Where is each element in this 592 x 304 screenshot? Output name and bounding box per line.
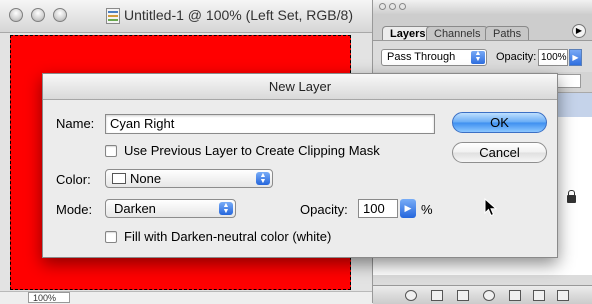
tab-channels[interactable]: Channels bbox=[426, 26, 489, 40]
cancel-button[interactable]: Cancel bbox=[452, 142, 547, 163]
trash-icon[interactable] bbox=[557, 290, 569, 301]
dialog-title: New Layer bbox=[268, 79, 332, 94]
zoom-level-field[interactable]: 100% bbox=[28, 292, 70, 303]
mode-select-value: Darken bbox=[114, 201, 156, 216]
fill-neutral-label[interactable]: Fill with Darken-neutral color (white) bbox=[124, 229, 331, 244]
name-label: Name: bbox=[56, 116, 95, 131]
new-layer-icon[interactable] bbox=[533, 290, 545, 301]
chevron-updown-icon: ▲ ▼ bbox=[256, 172, 270, 185]
blend-mode-value: Pass Through bbox=[387, 51, 456, 63]
palette-tab-bar: Layers Channels Paths ▶ bbox=[373, 14, 592, 41]
link-layers-icon[interactable] bbox=[405, 290, 417, 301]
adjustment-layer-icon[interactable] bbox=[483, 290, 495, 301]
document-icon bbox=[106, 8, 120, 24]
palette-opacity-arrow-icon[interactable]: ▶ bbox=[569, 49, 582, 66]
color-select[interactable]: None ▲ ▼ bbox=[105, 169, 273, 188]
close-icon[interactable] bbox=[9, 8, 23, 22]
chevron-updown-icon: ▲ ▼ bbox=[219, 202, 233, 215]
tab-paths[interactable]: Paths bbox=[485, 26, 530, 40]
layer-mask-icon[interactable] bbox=[457, 290, 469, 301]
document-title: Untitled-1 @ 100% (Left Set, RGB/8) bbox=[124, 7, 353, 23]
palette-titlebar[interactable] bbox=[373, 0, 592, 15]
clipping-mask-label[interactable]: Use Previous Layer to Create Clipping Ma… bbox=[124, 143, 380, 158]
ok-button[interactable]: OK bbox=[452, 112, 547, 133]
lock-icon bbox=[567, 190, 576, 203]
opacity-unit: % bbox=[421, 202, 433, 217]
layer-name-input[interactable]: Cyan Right bbox=[105, 114, 435, 134]
minimize-icon[interactable] bbox=[31, 8, 45, 22]
palette-menu-icon[interactable]: ▶ bbox=[572, 24, 586, 38]
palette-opacity-field[interactable]: 100% bbox=[538, 49, 568, 66]
new-group-icon[interactable] bbox=[509, 290, 521, 301]
opacity-input[interactable]: 100 bbox=[358, 199, 398, 218]
color-label: Color: bbox=[56, 172, 91, 187]
color-swatch-icon bbox=[112, 173, 126, 184]
zoom-icon[interactable] bbox=[53, 8, 67, 22]
palette-close-icon[interactable] bbox=[379, 3, 386, 10]
palette-zoom-icon[interactable] bbox=[399, 3, 406, 10]
opacity-label: Opacity: bbox=[300, 202, 348, 217]
document-titlebar[interactable]: Untitled-1 @ 100% (Left Set, RGB/8) bbox=[0, 0, 372, 33]
palette-opacity-label: Opacity: bbox=[496, 51, 537, 63]
color-select-value: None bbox=[130, 171, 162, 186]
palette-bottom-toolbar bbox=[373, 285, 592, 304]
arrow-cursor-icon bbox=[484, 198, 498, 217]
mode-select[interactable]: Darken ▲ ▼ bbox=[105, 199, 236, 218]
blend-mode-select[interactable]: Pass Through ▲ ▼ bbox=[381, 49, 487, 66]
clipping-mask-checkbox[interactable] bbox=[105, 145, 117, 157]
chevron-updown-icon: ▲ ▼ bbox=[471, 50, 485, 64]
palette-minimize-icon[interactable] bbox=[389, 3, 396, 10]
fill-neutral-checkbox[interactable] bbox=[105, 231, 117, 243]
opacity-slider-arrow-icon[interactable]: ▶ bbox=[400, 199, 416, 218]
new-layer-dialog: New Layer Name: Cyan Right Use Previous … bbox=[42, 73, 558, 258]
mode-label: Mode: bbox=[56, 202, 93, 217]
layer-style-icon[interactable] bbox=[431, 290, 443, 301]
dialog-titlebar[interactable]: New Layer bbox=[43, 74, 557, 100]
